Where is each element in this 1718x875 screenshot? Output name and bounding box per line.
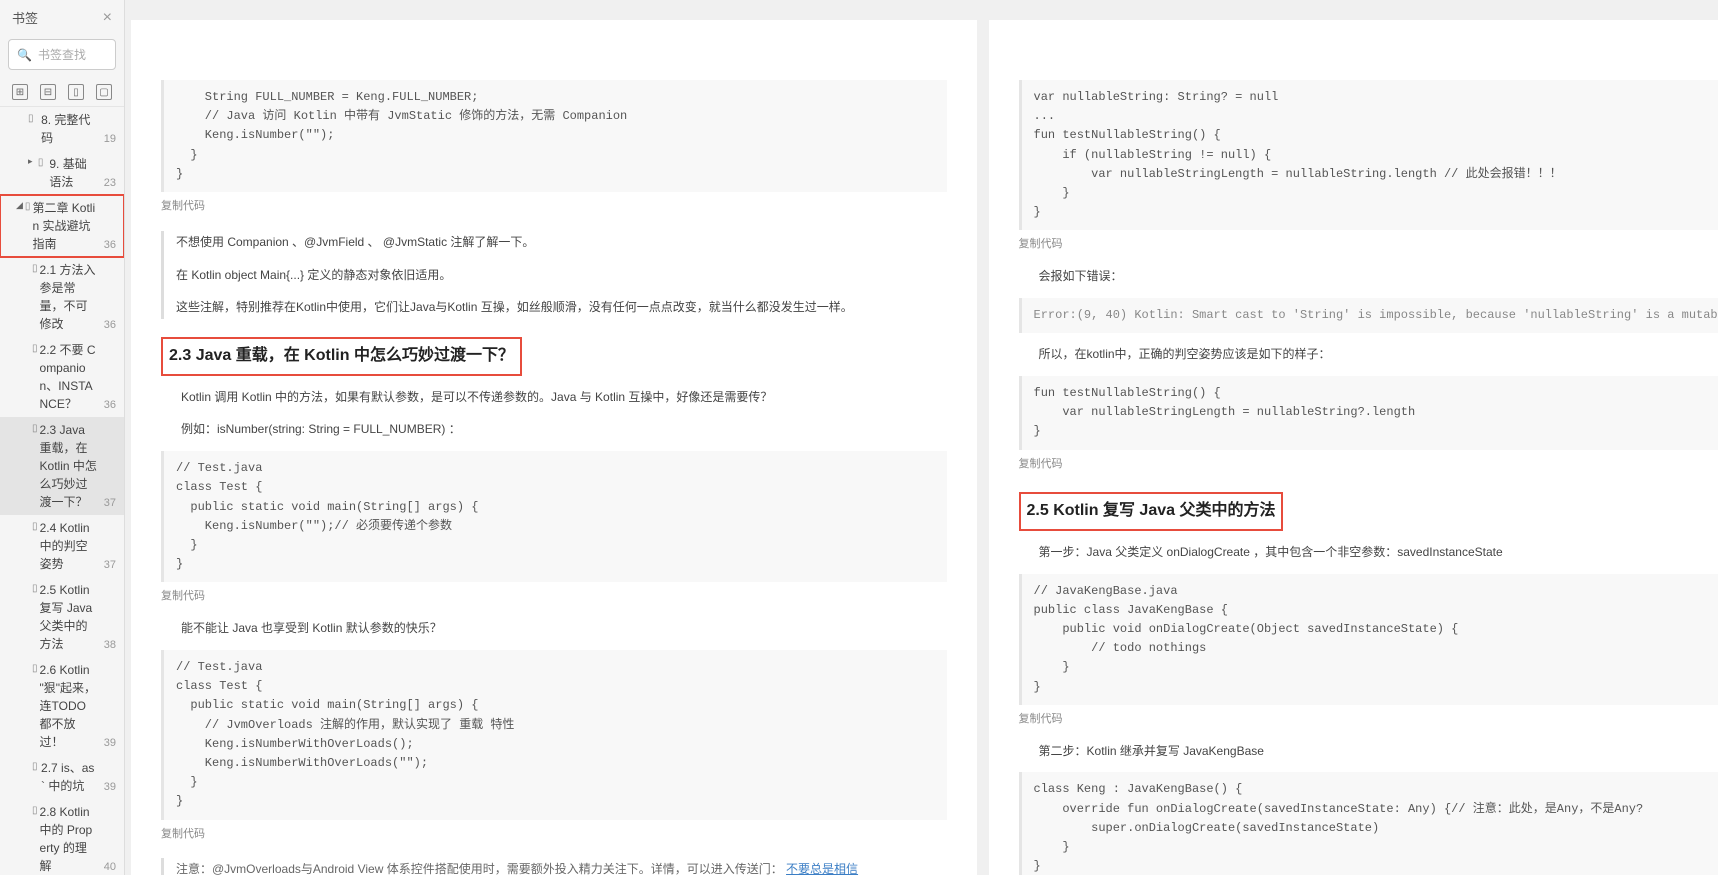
quote-line: 这些注解，特别推荐在Kotlin中使用，它们让Java与Kotlin 互操，如丝… xyxy=(176,296,947,319)
bookmark-page: 39 xyxy=(98,779,116,796)
quote-line: 在 Kotlin object Main{...} 定义的静态对象依旧适用。 xyxy=(176,264,947,287)
paragraph: 能不能让 Java 也享受到 Kotlin 默认参数的快乐？ xyxy=(181,617,947,640)
bookmark-label: 8. 完整代码 xyxy=(41,111,98,147)
copy-code-label[interactable]: 复制代码 xyxy=(161,196,947,217)
bookmark-item[interactable]: ▸▯9. 基础语法23 xyxy=(0,151,124,195)
code-block: // JavaKengBase.java public class JavaKe… xyxy=(1019,574,1718,705)
bookmark-tree: ▯8. 完整代码19▸▯9. 基础语法23◢▯第二章 Kotlin 实战避坑指南… xyxy=(0,107,124,875)
bookmark-glyph-icon: ▯ xyxy=(32,581,38,596)
bookmark-item[interactable]: ▯2.1 方法入参是常量，不可修改36 xyxy=(0,257,124,337)
bookmark-item[interactable]: ▯8. 完整代码19 xyxy=(0,107,124,151)
code-block: // Test.java class Test { public static … xyxy=(161,650,947,820)
bookmark-glyph-icon: ▯ xyxy=(32,759,39,774)
close-icon[interactable]: × xyxy=(103,9,112,27)
code-block: var nullableString: String? = null ... f… xyxy=(1019,80,1718,230)
page-right: var nullableString: String? = null ... f… xyxy=(989,20,1718,875)
bookmark-page: 38 xyxy=(98,637,116,654)
bookmark-page: 39 xyxy=(98,735,116,752)
code-block: fun testNullableString() { var nullableS… xyxy=(1019,376,1718,450)
bookmark-item[interactable]: ▯2.3 Java 重载，在 Kotlin 中怎么巧妙过渡一下？37 xyxy=(0,417,124,515)
heading-highlight: 2.3 Java 重载，在 Kotlin 中怎么巧妙过渡一下？ xyxy=(161,337,522,375)
paragraph: 第一步：Java 父类定义 onDialogCreate ，其中包含一个非空参数… xyxy=(1039,541,1718,564)
bookmark-label: 第二章 Kotlin 实战避坑指南 xyxy=(32,199,97,253)
bookmark-item[interactable]: ▯2.6 Kotlin "狠"起来，连TODO都不放过！39 xyxy=(0,657,124,755)
copy-code-label[interactable]: 复制代码 xyxy=(161,586,947,607)
bookmark-page: 23 xyxy=(98,175,116,192)
bookmark-outline-icon[interactable]: ▢ xyxy=(96,84,112,100)
bookmark-label: 2.5 Kotlin 复写 Java 父类中的方法 xyxy=(40,581,98,653)
copy-code-label[interactable]: 复制代码 xyxy=(1019,234,1718,255)
bookmark-item[interactable]: ◢▯第二章 Kotlin 实战避坑指南36 xyxy=(0,195,124,257)
bookmark-page: 19 xyxy=(98,131,116,148)
sidebar-title: 书签 xyxy=(12,8,38,27)
sidebar-header: 书签 × xyxy=(0,0,124,35)
bookmark-label: 2.4 Kotlin 中的判空姿势 xyxy=(40,519,98,573)
bookmark-label: 2.7 is、as` 中的坑 xyxy=(41,759,98,795)
bookmarks-sidebar: 书签 × 🔍 书签查找 ⊞ ⊟ ▯ ▢ ▯8. 完整代码19▸▯9. 基础语法2… xyxy=(0,0,125,875)
bookmark-item[interactable]: ▯2.2 不要 Companion、INSTANCE？36 xyxy=(0,337,124,417)
bookmark-glyph-icon: ▯ xyxy=(32,803,38,818)
quote-block: 不想使用 Companion 、@JvmField 、 @JvmStatic 注… xyxy=(161,231,947,319)
quote-text: 注意：@JvmOverloads与Android View 体系控件搭配使用时，… xyxy=(176,862,783,875)
bookmark-glyph-icon: ▯ xyxy=(32,341,38,356)
paragraph: 会报如下错误： xyxy=(1039,265,1718,288)
code-block: // Test.java class Test { public static … xyxy=(161,451,947,582)
bookmark-page: 36 xyxy=(98,397,116,414)
code-block: String FULL_NUMBER = Keng.FULL_NUMBER; /… xyxy=(161,80,947,192)
error-block: Error:(9, 40) Kotlin: Smart cast to 'Str… xyxy=(1019,298,1718,333)
bookmark-page: 37 xyxy=(98,557,116,574)
document-viewer: String FULL_NUMBER = Keng.FULL_NUMBER; /… xyxy=(125,0,1718,875)
bookmark-glyph-icon: ▯ xyxy=(32,261,38,276)
bookmark-item[interactable]: ▯2.7 is、as` 中的坑39 xyxy=(0,755,124,799)
search-placeholder: 书签查找 xyxy=(38,46,86,63)
heading-2-3: 2.3 Java 重载，在 Kotlin 中怎么巧妙过渡一下？ xyxy=(161,337,947,375)
collapse-icon[interactable]: ⊟ xyxy=(40,84,56,100)
search-input[interactable]: 🔍 书签查找 xyxy=(8,39,116,70)
bookmark-item[interactable]: ▯2.8 Kotlin 中的 Property 的理解40 xyxy=(0,799,124,875)
paragraph: 所以，在kotlin中，正确的判空姿势应该是如下的样子： xyxy=(1039,343,1718,366)
search-icon: 🔍 xyxy=(17,48,32,62)
bookmark-label: 2.2 不要 Companion、INSTANCE？ xyxy=(40,341,98,413)
bookmark-glyph-icon: ▯ xyxy=(25,199,31,214)
bookmark-glyph-icon: ▯ xyxy=(32,519,38,534)
bookmark-label: 2.3 Java 重载，在 Kotlin 中怎么巧妙过渡一下？ xyxy=(40,421,98,511)
bookmark-page: 36 xyxy=(98,317,116,334)
bookmark-icon[interactable]: ▯ xyxy=(68,84,84,100)
bookmark-glyph-icon: ▯ xyxy=(28,111,39,126)
bookmark-label: 2.8 Kotlin 中的 Property 的理解 xyxy=(40,803,98,875)
quote-block: 注意：@JvmOverloads与Android View 体系控件搭配使用时，… xyxy=(161,858,947,875)
bookmark-page: 37 xyxy=(98,495,116,512)
paragraph: Kotlin 调用 Kotlin 中的方法，如果有默认参数，是可以不传递参数的。… xyxy=(181,386,947,409)
copy-code-label[interactable]: 复制代码 xyxy=(1019,709,1718,730)
arrow-icon: ◢ xyxy=(16,199,23,213)
bookmark-label: 2.6 Kotlin "狠"起来，连TODO都不放过！ xyxy=(40,661,98,751)
heading-2-5: 2.5 Kotlin 复写 Java 父类中的方法 xyxy=(1019,492,1718,530)
page-left: String FULL_NUMBER = Keng.FULL_NUMBER; /… xyxy=(131,20,977,875)
bookmark-label: 9. 基础语法 xyxy=(49,155,97,191)
bookmark-glyph-icon: ▯ xyxy=(32,421,38,436)
bookmark-item[interactable]: ▯2.5 Kotlin 复写 Java 父类中的方法38 xyxy=(0,577,124,657)
expand-icon[interactable]: ⊞ xyxy=(12,84,28,100)
bookmark-glyph-icon: ▯ xyxy=(38,155,47,170)
bookmark-item[interactable]: ▯2.4 Kotlin 中的判空姿势37 xyxy=(0,515,124,577)
bookmark-label: 2.1 方法入参是常量，不可修改 xyxy=(40,261,98,333)
paragraph: 例如：isNumber(string: String = FULL_NUMBER… xyxy=(181,418,947,441)
copy-code-label[interactable]: 复制代码 xyxy=(1019,454,1718,475)
bookmark-glyph-icon: ▯ xyxy=(32,661,38,676)
copy-code-label[interactable]: 复制代码 xyxy=(161,824,947,845)
code-block: class Keng : JavaKengBase() { override f… xyxy=(1019,772,1718,875)
quote-line: 不想使用 Companion 、@JvmField 、 @JvmStatic 注… xyxy=(176,231,947,254)
paragraph: 第二步：Kotlin 继承并复写 JavaKengBase xyxy=(1039,740,1718,763)
sidebar-toolbar: ⊞ ⊟ ▯ ▢ xyxy=(0,78,124,107)
bookmark-page: 40 xyxy=(98,859,116,875)
arrow-icon: ▸ xyxy=(28,155,36,169)
heading-highlight: 2.5 Kotlin 复写 Java 父类中的方法 xyxy=(1019,492,1284,530)
bookmark-page: 36 xyxy=(98,237,116,254)
